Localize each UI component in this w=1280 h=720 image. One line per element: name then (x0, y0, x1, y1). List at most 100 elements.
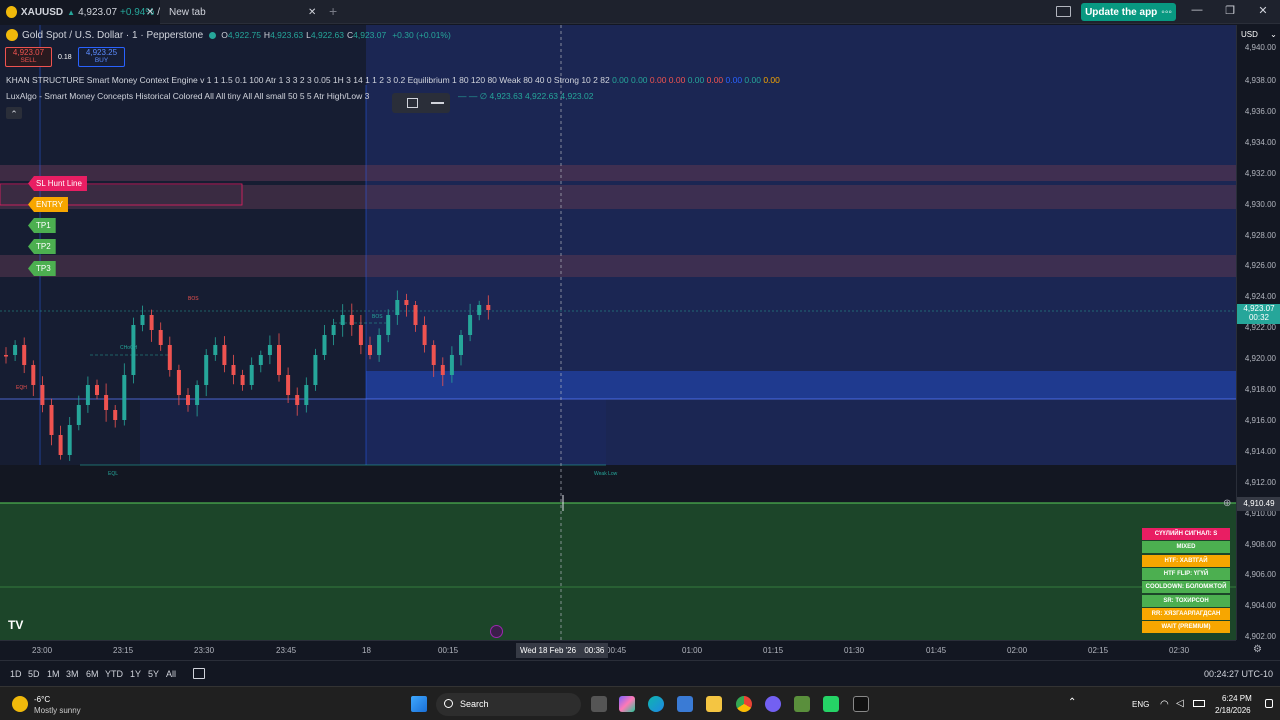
taskbar-time[interactable]: 6:24 PM (1222, 694, 1252, 703)
candle-body (322, 335, 327, 355)
candle-body (195, 385, 200, 405)
task-view-icon[interactable] (591, 696, 607, 712)
tp3-zone-band (0, 255, 1236, 277)
sell-price: 4,923.07 (12, 48, 45, 57)
crosshair-time-badge: Wed 18 Feb '26 00:36 (516, 643, 608, 658)
edge-icon[interactable] (648, 696, 664, 712)
close-tab-icon[interactable]: ✕ (146, 7, 154, 18)
time-axis-settings-icon[interactable]: ⚙ (1253, 644, 1262, 655)
windows-taskbar: -6°C Mostly sunny Search ⌃ ENG ◠ ◁ 6:24 … (0, 686, 1280, 720)
buy-button[interactable]: 4,923.25 BUY (78, 47, 125, 67)
close-window-button[interactable]: ✕ (1255, 4, 1271, 17)
minimize-button[interactable]: — (1189, 4, 1205, 16)
whatsapp-icon[interactable] (823, 696, 839, 712)
search-label: Search (460, 699, 489, 709)
language-indicator[interactable]: ENG (1132, 700, 1149, 709)
range-button-1m[interactable]: 1M (47, 669, 60, 679)
viber-icon[interactable] (765, 696, 781, 712)
price-label: 4,936.00 (1244, 106, 1276, 116)
price-chart[interactable] (0, 25, 1236, 640)
candle-body (340, 315, 345, 325)
range-button-1d[interactable]: 1D (10, 669, 22, 679)
tab-xauusd[interactable]: XAUUSD ▲ 4,923.07 +0.94% / ✕ (0, 0, 160, 24)
wifi-icon[interactable]: ◠ (1160, 699, 1169, 710)
bos-label-2: BOS (372, 314, 383, 320)
indicator-value: 0.00 (612, 75, 629, 85)
go-to-date-button[interactable] (193, 668, 205, 679)
explorer-icon[interactable] (706, 696, 722, 712)
candle-body (95, 385, 99, 395)
app-icon[interactable] (794, 696, 810, 712)
time-label: 01:00 (682, 646, 703, 655)
replay-icon[interactable] (490, 625, 503, 638)
tradingview-logo[interactable]: TV (8, 618, 23, 632)
weather-icon[interactable] (12, 696, 28, 712)
candle-body (404, 300, 409, 305)
tray-chevron-icon[interactable]: ⌃ (1068, 697, 1076, 708)
price-label: 4,922.00 (1244, 323, 1276, 333)
candle-body (440, 365, 445, 375)
price-label: 4,932.00 (1244, 168, 1276, 178)
crosshair-date: Wed 18 Feb '26 (520, 646, 577, 655)
volume-icon[interactable]: ◁ (1176, 698, 1184, 709)
add-alert-icon[interactable]: ⊕ (1223, 498, 1231, 509)
range-button-ytd[interactable]: YTD (105, 669, 123, 679)
price-label: 4,904.00 (1244, 601, 1276, 611)
choch-label: CHoCH (120, 345, 138, 351)
indicator-value: 0.00 (704, 75, 724, 85)
new-tab-button[interactable]: + (329, 3, 337, 19)
range-button-5y[interactable]: 5Y (148, 669, 159, 679)
price-label: 4,934.00 (1244, 137, 1276, 147)
range-button-3m[interactable]: 3M (66, 669, 79, 679)
copilot-icon[interactable] (619, 696, 635, 712)
currency-selector[interactable]: USD ⌄ (1241, 30, 1277, 39)
store-icon[interactable] (677, 696, 693, 712)
chart-title[interactable]: Gold Spot / U.S. Dollar · 1 · Pepperston… (22, 30, 203, 41)
symbol-header: Gold Spot / U.S. Dollar · 1 · Pepperston… (6, 29, 451, 41)
indicator-value: 0.00 (685, 75, 705, 85)
battery-icon[interactable] (1193, 700, 1205, 707)
gold-coin-icon (6, 6, 17, 18)
indicator-legend-khan[interactable]: KHAN STRUCTURE Smart Money Context Engin… (6, 75, 780, 85)
maximize-button[interactable]: ❐ (1222, 4, 1238, 17)
close-tab-icon[interactable]: ✕ (308, 7, 316, 18)
price-label: 4,924.00 (1244, 292, 1276, 302)
time-label: 01:30 (844, 646, 865, 655)
utc-clock[interactable]: 00:24:27 UTC-10 (1204, 669, 1273, 679)
candle-body (149, 315, 154, 330)
candle-body (40, 385, 45, 405)
tradingview-taskbar-icon[interactable] (853, 696, 869, 712)
update-app-button[interactable]: Update the app ◦◦◦ (1081, 3, 1176, 21)
candle-body (4, 355, 8, 357)
tab-new[interactable]: New tab ✕ (160, 0, 322, 24)
taskbar-date[interactable]: 2/18/2026 (1215, 706, 1251, 715)
time-axis[interactable]: 23:00 23:15 23:30 23:45 18 00:15 00:45 01:00 01:… (0, 640, 1236, 660)
candle-body (368, 345, 372, 355)
sl-hunt-tag: SL Hunt Line (28, 176, 87, 191)
range-button-all[interactable]: All (166, 669, 176, 679)
current-price-badge: 4,923.07 00:32 (1237, 304, 1280, 324)
candle-body (286, 375, 291, 395)
candle-body (122, 375, 127, 420)
sell-button[interactable]: 4,923.07 SELL (5, 47, 52, 67)
price-axis[interactable]: USD ⌄ 4,940.00 4,938.00 4,936.00 4,934.00 4,… (1236, 25, 1280, 641)
weather-temp: -6°C (34, 695, 51, 704)
time-label: 23:15 (113, 646, 134, 655)
chrome-icon[interactable] (736, 696, 752, 712)
range-button-5d[interactable]: 5D (28, 669, 40, 679)
candle-body (431, 345, 436, 365)
range-button-6m[interactable]: 6M (86, 669, 99, 679)
time-label: 23:45 (276, 646, 297, 655)
chart-pane[interactable]: Gold Spot / U.S. Dollar · 1 · Pepperston… (0, 25, 1236, 640)
taskbar-search[interactable]: Search (436, 693, 581, 716)
line-tool-icon[interactable] (431, 102, 444, 104)
notification-icon[interactable] (1265, 699, 1273, 708)
start-button[interactable] (411, 696, 427, 712)
candle-body (258, 355, 263, 365)
collapse-legend-button[interactable]: ⌃ (6, 107, 22, 119)
range-button-1y[interactable]: 1Y (130, 669, 141, 679)
layout-icon[interactable] (1056, 6, 1071, 17)
indicator-legend-luxalgo[interactable]: LuxAlgo - Smart Money Concepts Historica… (6, 91, 369, 101)
indicator-value: 0.00 (666, 75, 686, 85)
select-box-icon[interactable] (407, 98, 418, 108)
